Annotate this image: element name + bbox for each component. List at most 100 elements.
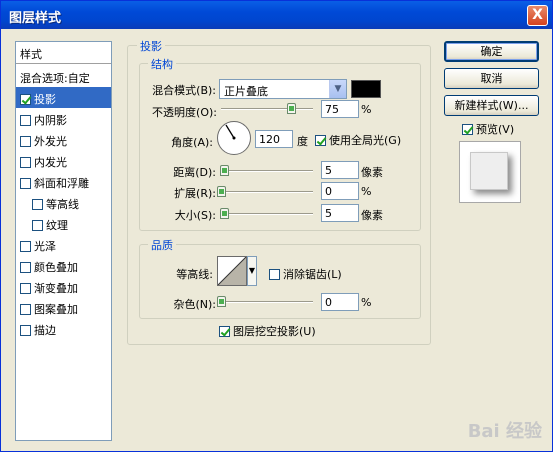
cancel-button[interactable]: 取消: [444, 68, 539, 89]
preview-checkbox[interactable]: [462, 124, 473, 135]
distance-slider-thumb[interactable]: [220, 165, 229, 176]
styles-item-inner-shadow[interactable]: 内阴影: [16, 108, 111, 129]
antialias-checkbox[interactable]: [269, 269, 280, 280]
gradient-overlay-checkbox[interactable]: [20, 283, 31, 294]
styles-item-stroke[interactable]: 描边: [16, 318, 111, 339]
styles-item-inner-glow[interactable]: 内发光: [16, 150, 111, 171]
knockout-label: 图层挖空投影(U): [233, 325, 316, 338]
styles-item-label: 光泽: [34, 240, 56, 253]
blend-mode-value: 正片叠底: [224, 85, 268, 98]
outer-glow-checkbox[interactable]: [20, 136, 31, 147]
styles-item-outer-glow[interactable]: 外发光: [16, 129, 111, 150]
blend-mode-select[interactable]: 正片叠底 ▼: [219, 79, 347, 99]
contour-checkbox[interactable]: [32, 199, 43, 210]
opacity-slider-track[interactable]: [221, 108, 313, 110]
styles-header[interactable]: 样式: [16, 42, 111, 64]
styles-item-label: 外发光: [34, 135, 67, 148]
styles-item-label: 投影: [34, 93, 56, 106]
knockout-checkbox[interactable]: [219, 326, 230, 337]
satin-checkbox[interactable]: [20, 241, 31, 252]
angle-unit: 度: [297, 135, 308, 148]
styles-item-contour[interactable]: 等高线: [16, 192, 111, 213]
knockout-option[interactable]: 图层挖空投影(U): [219, 323, 316, 339]
styles-item-label: 内发光: [34, 156, 67, 169]
global-light-label: 使用全局光(G): [329, 134, 402, 147]
preview-shape: [470, 152, 508, 190]
color-overlay-checkbox[interactable]: [20, 262, 31, 273]
shadow-color-swatch[interactable]: [351, 80, 381, 98]
distance-label: 距离(D):: [173, 166, 216, 179]
styles-item-color-overlay[interactable]: 颜色叠加: [16, 255, 111, 276]
styles-item-pattern-overlay[interactable]: 图案叠加: [16, 297, 111, 318]
ok-button[interactable]: 确定: [444, 41, 539, 62]
spread-input[interactable]: 0: [321, 182, 359, 200]
contour-dropdown-icon[interactable]: ▼: [247, 256, 257, 286]
contour-picker[interactable]: [217, 256, 247, 286]
styles-item-texture[interactable]: 纹理: [16, 213, 111, 234]
layer-style-dialog: 图层样式 X 样式 混合选项:自定 投影 内阴影 外发光 内发光 斜面和浮雕 等…: [0, 0, 553, 452]
close-button[interactable]: X: [527, 5, 548, 26]
distance-slider-track[interactable]: [221, 170, 313, 172]
styles-item-label: 描边: [34, 324, 56, 337]
opacity-slider-thumb[interactable]: [287, 103, 296, 114]
angle-input[interactable]: 120: [255, 130, 293, 148]
styles-item-blending-options[interactable]: 混合选项:自定: [16, 66, 111, 87]
contour-curve-icon: [217, 256, 247, 286]
watermark-text: Bai 经验: [467, 421, 542, 442]
size-slider-track[interactable]: [221, 213, 313, 215]
spread-slider-track[interactable]: [221, 191, 313, 193]
styles-item-label: 混合选项:自定: [20, 72, 90, 85]
styles-item-label: 纹理: [46, 219, 68, 232]
contour-label: 等高线:: [176, 268, 213, 281]
styles-item-label: 内阴影: [34, 114, 67, 127]
opacity-input[interactable]: 75: [321, 100, 359, 118]
styles-list: 样式 混合选项:自定 投影 内阴影 外发光 内发光 斜面和浮雕 等高线 纹理 光…: [15, 41, 112, 441]
styles-item-label: 颜色叠加: [34, 261, 78, 274]
styles-item-drop-shadow[interactable]: 投影: [16, 87, 111, 108]
styles-item-label: 渐变叠加: [34, 282, 78, 295]
chevron-down-icon: ▼: [329, 80, 346, 98]
window-title: 图层样式: [9, 11, 62, 26]
title-bar[interactable]: 图层样式 X: [1, 1, 552, 29]
bevel-emboss-checkbox[interactable]: [20, 178, 31, 189]
global-light-option[interactable]: 使用全局光(G): [315, 132, 401, 148]
drop-shadow-checkbox[interactable]: [20, 94, 31, 105]
stroke-checkbox[interactable]: [20, 325, 31, 336]
preview-label: 预览(V): [476, 123, 515, 136]
styles-item-label: 图案叠加: [34, 303, 78, 316]
spread-slider-thumb[interactable]: [217, 186, 226, 197]
noise-unit: %: [361, 296, 372, 309]
size-input[interactable]: 5: [321, 204, 359, 222]
inner-glow-checkbox[interactable]: [20, 157, 31, 168]
spread-label: 扩展(R):: [174, 187, 216, 200]
styles-item-gradient-overlay[interactable]: 渐变叠加: [16, 276, 111, 297]
noise-input[interactable]: 0: [321, 293, 359, 311]
preview-option[interactable]: 预览(V): [462, 121, 514, 137]
opacity-label: 不透明度(O):: [152, 106, 217, 119]
pattern-overlay-checkbox[interactable]: [20, 304, 31, 315]
inner-shadow-checkbox[interactable]: [20, 115, 31, 126]
opacity-unit: %: [361, 103, 372, 116]
size-label: 大小(S):: [174, 209, 216, 222]
antialias-option[interactable]: 消除锯齿(L): [269, 266, 342, 282]
noise-slider-thumb[interactable]: [217, 296, 226, 307]
global-light-checkbox[interactable]: [315, 135, 326, 146]
styles-item-label: 斜面和浮雕: [34, 177, 89, 190]
angle-dial[interactable]: [217, 121, 251, 155]
styles-item-bevel-emboss[interactable]: 斜面和浮雕: [16, 171, 111, 192]
drop-shadow-group-title: 投影: [137, 38, 165, 54]
distance-unit: 像素: [361, 166, 383, 179]
preview-thumbnail: [459, 141, 521, 203]
texture-checkbox[interactable]: [32, 220, 43, 231]
angle-dial-needle-icon: [225, 124, 236, 140]
styles-item-label: 等高线: [46, 198, 79, 211]
size-slider-thumb[interactable]: [220, 208, 229, 219]
antialias-label: 消除锯齿(L): [283, 268, 342, 281]
noise-label: 杂色(N):: [173, 298, 216, 311]
quality-group-title: 品质: [148, 237, 176, 253]
distance-input[interactable]: 5: [321, 161, 359, 179]
noise-slider-track[interactable]: [221, 301, 313, 303]
new-style-button[interactable]: 新建样式(W)...: [444, 95, 539, 116]
styles-item-satin[interactable]: 光泽: [16, 234, 111, 255]
blend-mode-label: 混合模式(B):: [152, 84, 216, 97]
